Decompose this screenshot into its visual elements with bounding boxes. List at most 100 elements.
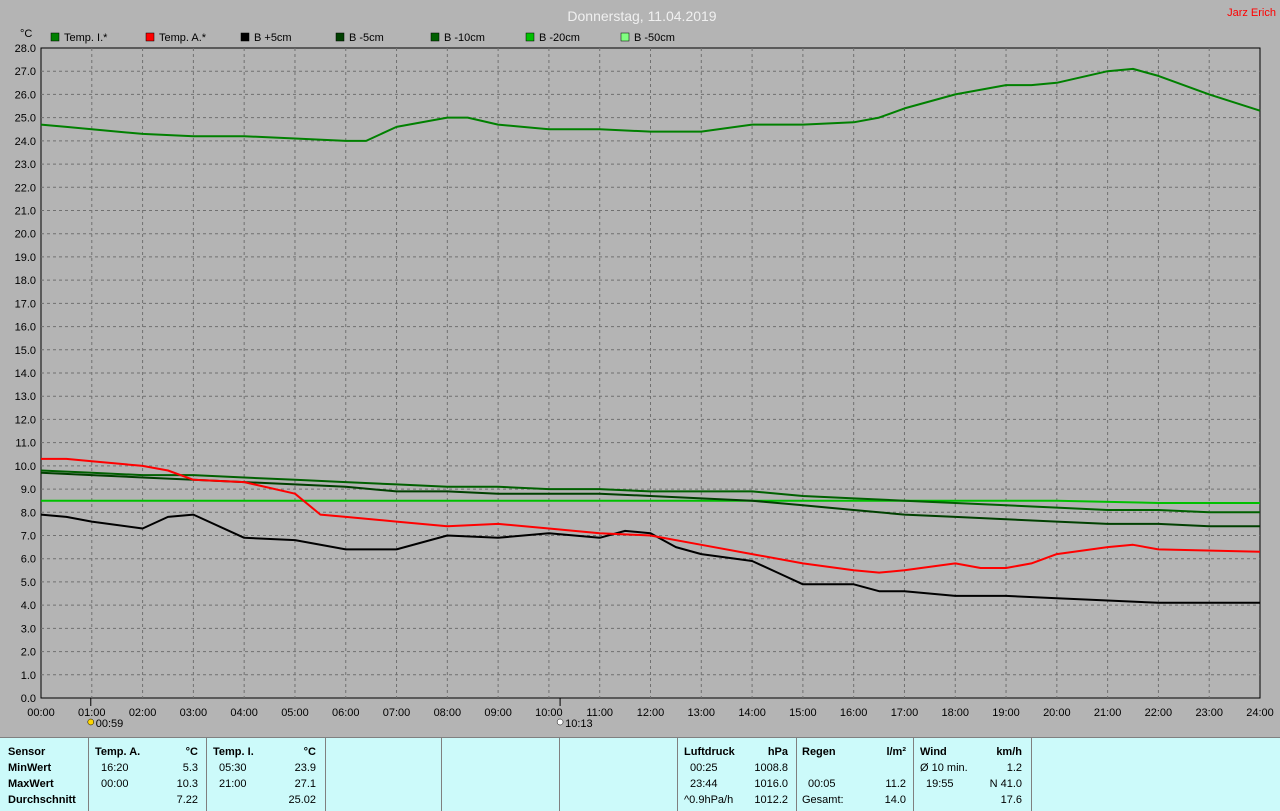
- x-tick-label: 00:00: [27, 707, 55, 719]
- legend-label: B -5cm: [349, 32, 384, 44]
- wind-avg-value: 1.2: [1006, 762, 1022, 774]
- x-tick-label: 19:00: [992, 707, 1020, 719]
- legend-label: B -10cm: [444, 32, 485, 44]
- y-tick-label: 27.0: [15, 66, 36, 78]
- legend-label: B -50cm: [634, 32, 675, 44]
- x-tick-label: 03:00: [180, 707, 208, 719]
- rain-unit: l/m²: [886, 746, 906, 758]
- temp-a-min-time: 16:20: [101, 762, 129, 774]
- x-axis-ticks: 00:00 01:00 02:00 03:00 04:00 05:00 06:00 07:00…: [27, 707, 1274, 719]
- y-axis-unit: °C: [20, 28, 32, 40]
- y-tick-label: 14.0: [15, 368, 36, 380]
- marker-label: 00:59: [96, 718, 124, 730]
- y-tick-label: 6.0: [21, 554, 36, 566]
- x-tick-label: 02:00: [129, 707, 157, 719]
- y-tick-label: 17.0: [15, 298, 36, 310]
- y-tick-label: 7.0: [21, 531, 36, 543]
- temp-i-max-time: 21:00: [219, 778, 247, 790]
- pressure-trend-value: 1012.2: [754, 794, 788, 806]
- legend-swatch: [525, 32, 535, 42]
- y-tick-label: 28.0: [15, 43, 36, 55]
- legend-swatch: [50, 32, 60, 42]
- y-tick-label: 25.0: [15, 113, 36, 125]
- y-tick-label: 21.0: [15, 206, 36, 218]
- avg-row-label: Durchschnitt: [8, 794, 76, 806]
- pressure-max-time: 23:44: [690, 778, 718, 790]
- pressure-header: Luftdruck: [684, 746, 735, 758]
- rain-max-time: 00:05: [808, 778, 836, 790]
- sunset-icon: [556, 718, 564, 726]
- x-tick-label: 20:00: [1043, 707, 1071, 719]
- x-tick-label: 17:00: [891, 707, 919, 719]
- x-tick-label: 13:00: [688, 707, 716, 719]
- pressure-min-time: 00:25: [690, 762, 718, 774]
- series-line: [41, 499, 1260, 504]
- min-row-label: MinWert: [8, 762, 52, 774]
- y-tick-label: 1.0: [21, 670, 36, 682]
- y-tick-label: 20.0: [15, 229, 36, 241]
- y-tick-label: 5.0: [21, 577, 36, 589]
- temp-i-unit: °C: [303, 746, 316, 758]
- chart-legend: Temp. I.* Temp. A.* B +5cm B -5cm B -10cm B -…: [50, 32, 675, 44]
- temp-i-avg-value: 25.02: [288, 794, 316, 806]
- temp-a-avg-value: 7.22: [176, 794, 198, 806]
- pressure-max-value: 1016.0: [754, 778, 788, 790]
- wind-max-value: N 41.0: [989, 778, 1022, 790]
- y-tick-label: 18.0: [15, 275, 36, 287]
- temp-a-max-time: 00:00: [101, 778, 129, 790]
- y-tick-label: 3.0: [21, 623, 36, 635]
- temp-i-min-value: 23.9: [294, 762, 316, 774]
- x-tick-label: 16:00: [840, 707, 868, 719]
- statistics-footer: Sensor MinWert MaxWert Durchschnitt Temp…: [0, 737, 1280, 811]
- y-axis-ticks: 0.0 1.0 2.0 3.0 4.0 5.0 6.0 7.0 8.0 9.0 10.0 11.0 12…: [15, 43, 36, 705]
- y-tick-label: 22.0: [15, 182, 36, 194]
- legend-swatch: [335, 32, 345, 42]
- sensor-header: Sensor: [8, 746, 46, 758]
- x-tick-label: 23:00: [1195, 707, 1223, 719]
- legend-label: B +5cm: [254, 32, 292, 44]
- y-tick-label: 12.0: [15, 414, 36, 426]
- x-tick-label: 14:00: [738, 707, 766, 719]
- y-tick-label: 24.0: [15, 136, 36, 148]
- wind-header: Wind: [920, 746, 947, 758]
- marker-label: 10:13: [565, 718, 593, 730]
- x-tick-label: 06:00: [332, 707, 360, 719]
- y-tick-label: 4.0: [21, 600, 36, 612]
- temp-i-max-value: 27.1: [294, 778, 316, 790]
- x-tick-label: 08:00: [434, 707, 462, 719]
- chart-grid: [40, 47, 1261, 699]
- wind-max-time: 19:55: [926, 778, 954, 790]
- pressure-unit: hPa: [767, 746, 788, 758]
- temp-a-unit: °C: [185, 746, 198, 758]
- rain-max-value: 11.2: [885, 778, 906, 790]
- temp-a-max-value: 10.3: [176, 778, 198, 790]
- legend-swatch: [145, 32, 155, 42]
- legend-label: B -20cm: [539, 32, 580, 44]
- legend-swatch: [240, 32, 250, 42]
- y-tick-label: 9.0: [21, 484, 36, 496]
- x-tick-label: 18:00: [941, 707, 969, 719]
- x-tick-label: 10:00: [535, 707, 563, 719]
- x-tick-label: 24:00: [1246, 707, 1274, 719]
- x-tick-label: 05:00: [281, 707, 309, 719]
- x-tick-label: 22:00: [1145, 707, 1173, 719]
- y-tick-label: 26.0: [15, 89, 36, 101]
- rain-total-label: Gesamt:: [802, 794, 844, 806]
- legend-swatch: [620, 32, 630, 42]
- max-row-label: MaxWert: [8, 778, 54, 790]
- y-tick-label: 2.0: [21, 647, 36, 659]
- y-tick-label: 11.0: [15, 438, 36, 450]
- temp-a-min-value: 5.3: [182, 762, 198, 774]
- rain-total-value: 14.0: [884, 794, 906, 806]
- x-tick-label: 07:00: [383, 707, 411, 719]
- legend-label: Temp. I.*: [64, 32, 108, 44]
- sunrise-icon: [87, 718, 95, 726]
- author-label: Jarz Erich: [1227, 7, 1276, 19]
- x-tick-label: 15:00: [789, 707, 817, 719]
- temp-a-header: Temp. A.: [95, 746, 141, 758]
- temp-i-min-time: 05:30: [219, 762, 247, 774]
- pressure-min-value: 1008.8: [754, 762, 788, 774]
- y-tick-label: 19.0: [15, 252, 36, 264]
- y-tick-label: 13.0: [15, 391, 36, 403]
- y-tick-label: 15.0: [15, 345, 36, 357]
